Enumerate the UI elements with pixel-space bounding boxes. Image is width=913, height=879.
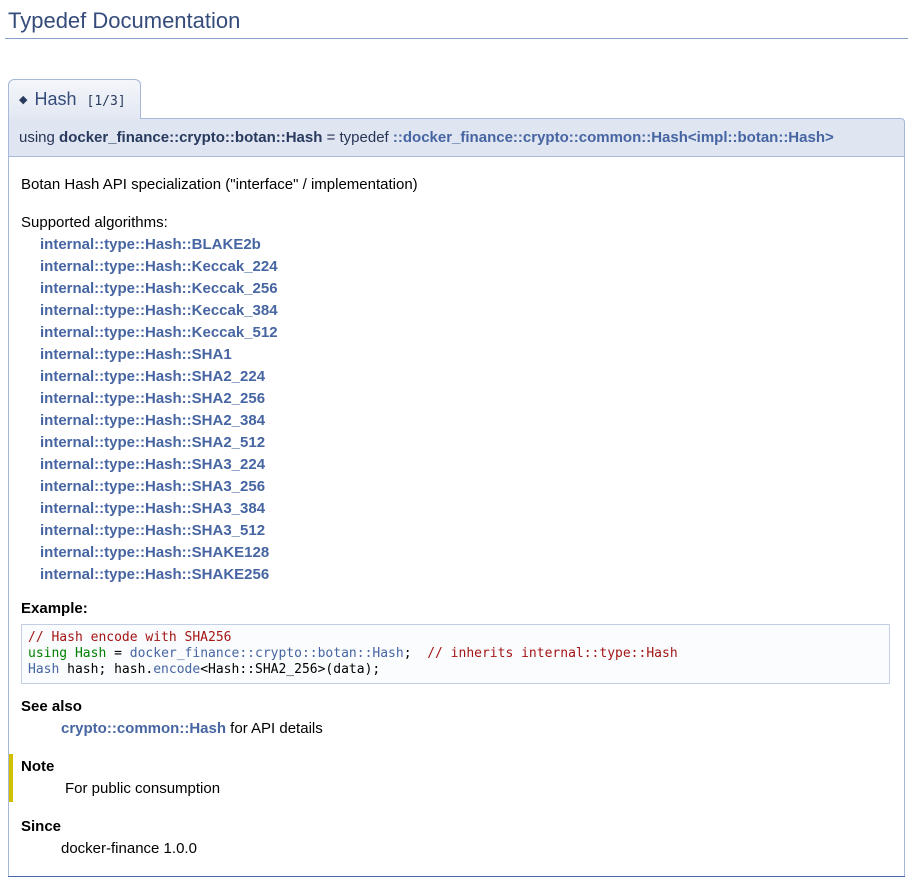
see-also-text: for API details: [226, 720, 323, 737]
permalink-anchor-icon[interactable]: ◆: [19, 94, 27, 106]
algorithm-link-sha3-256[interactable]: internal::type::Hash::SHA3_256: [40, 478, 265, 495]
algorithm-list: internal::type::Hash::BLAKE2b internal::…: [40, 234, 892, 586]
algorithm-link-shake128[interactable]: internal::type::Hash::SHAKE128: [40, 544, 269, 561]
code-fragment: // Hash encode with SHA256 using Hash = …: [21, 624, 890, 684]
list-item: internal::type::Hash::Keccak_256: [40, 278, 892, 300]
since-label: Since: [21, 816, 892, 838]
code-text: =: [106, 646, 129, 661]
see-also-content: crypto::common::Hash for API details: [61, 718, 892, 740]
list-item: internal::type::Hash::SHA3_256: [40, 476, 892, 498]
typedef-doc-heading: Typedef Documentation: [5, 6, 908, 39]
code-comment: // inherits internal::type::Hash: [427, 646, 677, 661]
algorithm-link-blake2b[interactable]: internal::type::Hash::BLAKE2b: [40, 236, 261, 253]
example-section: Example:: [21, 600, 892, 617]
algorithm-link-sha2-384[interactable]: internal::type::Hash::SHA2_384: [40, 412, 265, 429]
code-text: ;: [404, 646, 427, 661]
member-doc: Botan Hash API specialization ("interfac…: [8, 157, 905, 876]
since-text: docker-finance 1.0.0: [61, 838, 892, 860]
algorithm-link-keccak-384[interactable]: internal::type::Hash::Keccak_384: [40, 302, 278, 319]
list-item: internal::type::Hash::SHA2_384: [40, 410, 892, 432]
list-item: internal::type::Hash::SHAKE256: [40, 564, 892, 586]
list-item: internal::type::Hash::SHA3_224: [40, 454, 892, 476]
code-comment: // Hash encode with SHA256: [28, 630, 232, 645]
list-item: internal::type::Hash::SHA1: [40, 344, 892, 366]
code-link-hash-alias[interactable]: Hash: [75, 646, 106, 661]
list-item: internal::type::Hash::SHA2_224: [40, 366, 892, 388]
algorithm-link-keccak-256[interactable]: internal::type::Hash::Keccak_256: [40, 280, 278, 297]
code-link-hash-type[interactable]: Hash: [28, 662, 59, 677]
see-also-label: See also: [21, 696, 892, 718]
algorithm-link-sha2-256[interactable]: internal::type::Hash::SHA2_256: [40, 390, 265, 407]
code-link-encode[interactable]: encode: [153, 662, 200, 677]
code-line-1: // Hash encode with SHA256: [28, 630, 883, 646]
brief-description: Botan Hash API specialization ("interfac…: [21, 175, 892, 195]
see-also-section: See also crypto::common::Hash for API de…: [21, 696, 892, 740]
member-item: using docker_finance::crypto::botan::Has…: [8, 118, 905, 876]
code-line-2: using Hash = docker_finance::crypto::bot…: [28, 646, 883, 662]
proto-typedef-name: docker_finance::crypto::botan::Hash: [59, 129, 322, 146]
proto-equals-typedef: = typedef: [322, 129, 392, 146]
algorithm-link-sha3-512[interactable]: internal::type::Hash::SHA3_512: [40, 522, 265, 539]
footer-divider: [8, 876, 905, 877]
example-label: Example:: [21, 600, 88, 617]
list-item: internal::type::Hash::SHA3_512: [40, 520, 892, 542]
list-item: internal::type::Hash::Keccak_512: [40, 322, 892, 344]
note-section: Note For public consumption: [9, 754, 892, 802]
algorithm-link-keccak-512[interactable]: internal::type::Hash::Keccak_512: [40, 324, 278, 341]
since-section: Since docker-finance 1.0.0: [21, 816, 892, 860]
proto-target-type-link[interactable]: ::docker_finance::crypto::common::Hash<i…: [393, 129, 834, 146]
algorithm-link-sha2-224[interactable]: internal::type::Hash::SHA2_224: [40, 368, 265, 385]
algorithm-link-sha2-512[interactable]: internal::type::Hash::SHA2_512: [40, 434, 265, 451]
code-line-3: Hash hash; hash.encode<Hash::SHA2_256>(d…: [28, 662, 883, 678]
code-link-botan-hash[interactable]: docker_finance::crypto::botan::Hash: [130, 646, 404, 661]
code-text: <Hash::SHA2_256>(data);: [200, 662, 380, 677]
list-item: internal::type::Hash::Keccak_384: [40, 300, 892, 322]
list-item: internal::type::Hash::SHA2_512: [40, 432, 892, 454]
list-item: internal::type::Hash::SHA2_256: [40, 388, 892, 410]
note-text: For public consumption: [65, 778, 892, 800]
note-label: Note: [21, 756, 892, 778]
proto-using-keyword: using: [19, 129, 59, 146]
algorithm-link-sha1[interactable]: internal::type::Hash::SHA1: [40, 346, 232, 363]
content-area: Typedef Documentation ◆ Hash [1/3] using …: [0, 6, 913, 877]
algorithm-link-sha3-224[interactable]: internal::type::Hash::SHA3_224: [40, 456, 265, 473]
code-text: hash; hash.: [59, 662, 153, 677]
supported-algorithms-label: Supported algorithms:: [21, 212, 892, 234]
list-item: internal::type::Hash::BLAKE2b: [40, 234, 892, 256]
algorithm-link-sha3-384[interactable]: internal::type::Hash::SHA3_384: [40, 500, 265, 517]
member-prototype: using docker_finance::crypto::botan::Has…: [8, 118, 905, 157]
list-item: internal::type::Hash::SHAKE128: [40, 542, 892, 564]
member-name: Hash: [34, 89, 76, 109]
algorithm-link-keccak-224[interactable]: internal::type::Hash::Keccak_224: [40, 258, 278, 275]
member-tab: ◆ Hash [1/3]: [8, 79, 141, 119]
algorithm-link-shake256[interactable]: internal::type::Hash::SHAKE256: [40, 566, 269, 583]
code-keyword-using: using: [28, 646, 75, 661]
list-item: internal::type::Hash::SHA3_384: [40, 498, 892, 520]
member-overload-index: [1/3]: [87, 94, 126, 109]
see-also-link[interactable]: crypto::common::Hash: [61, 720, 226, 737]
list-item: internal::type::Hash::Keccak_224: [40, 256, 892, 278]
